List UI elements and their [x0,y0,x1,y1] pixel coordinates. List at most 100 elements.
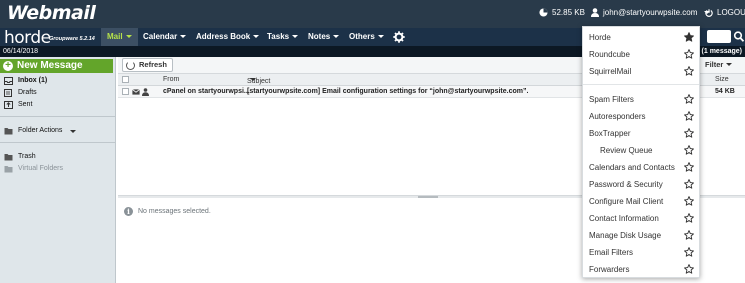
envelope-icon [132,89,140,95]
gear-icon[interactable] [393,31,405,43]
refresh-label: Refresh [139,60,167,69]
info-icon: i [124,207,133,216]
star-outline-icon[interactable] [684,66,694,76]
sidebar-divider [0,116,116,117]
menu-item-configure-mail-client[interactable]: Configure Mail Client [583,193,699,210]
menu-item-label: Autoresponders [589,112,646,121]
menu-item-label: Review Queue [600,146,653,155]
row-checkbox[interactable] [122,88,129,95]
menu-item-boxtrapper[interactable]: BoxTrapper [583,125,699,142]
webmail-apps-menu: Horde Roundcube SquirrelMail Spam Filters Au… [582,26,700,278]
menu-item-spam-filters[interactable]: Spam Filters [583,91,699,108]
menu-item-horde[interactable]: Horde [583,29,699,46]
cpanel-top-bar: Webmail 52.85 KB john@startyourwpsite.co… [0,0,745,28]
folder-drafts-label: Drafts [18,89,37,96]
logout-button[interactable]: LOGOUT [705,8,745,17]
chevron-down-icon [70,129,77,133]
splitter-grip[interactable] [418,196,438,198]
nav-mail[interactable]: Mail [101,28,138,46]
pie-chart-icon [539,8,548,17]
column-size[interactable]: Size [715,76,729,83]
inbox-icon [4,77,13,85]
column-from[interactable]: From [163,76,179,83]
star-outline-icon[interactable] [684,111,694,121]
folder-trash-label: Trash [18,153,36,160]
folder-inbox[interactable]: Inbox (1) [4,75,47,87]
nav-notes[interactable]: Notes [302,28,345,46]
horde-edition: Groupware 5.2.14 [49,36,95,42]
star-outline-icon[interactable] [684,264,694,274]
disk-usage[interactable]: 52.85 KB [539,8,585,17]
menu-item-contact-information[interactable]: Contact Information [583,210,699,227]
menu-item-label: Roundcube [589,50,630,59]
refresh-button[interactable]: Refresh [122,58,173,72]
nav-tasks-label: Tasks [267,32,290,41]
menu-item-calendars-and-contacts[interactable]: Calendars and Contacts [583,159,699,176]
star-filled-icon[interactable] [684,32,694,42]
chevron-down-icon [333,35,340,38]
horde-logo[interactable]: horde [4,28,51,48]
menu-item-squirrelmail[interactable]: SquirrelMail [583,63,699,80]
person-icon [142,88,149,96]
search-input[interactable] [707,30,731,43]
star-outline-icon[interactable] [684,128,694,138]
folder-virtual-folders[interactable]: Virtual Folders [4,163,63,175]
menu-item-label: Horde [589,33,611,42]
disk-usage-value: 52.85 KB [552,8,585,17]
menu-item-autoresponders[interactable]: Autoresponders [583,108,699,125]
menu-item-email-filters[interactable]: Email Filters [583,244,699,261]
star-outline-icon[interactable] [684,179,694,189]
star-outline-icon[interactable] [684,49,694,59]
folder-icon [4,128,13,135]
folder-drafts[interactable]: Drafts [4,87,37,99]
new-message-button[interactable]: + New Message [0,59,113,73]
folder-sent[interactable]: Sent [4,99,32,111]
menu-item-label: Calendars and Contacts [589,163,675,172]
menu-item-forwarders[interactable]: Forwarders [583,261,699,278]
star-outline-icon[interactable] [684,145,694,155]
user-menu[interactable]: john@startyourwpsite.com [591,8,711,17]
folder-actions-menu[interactable]: Folder Actions [4,125,77,137]
star-outline-icon[interactable] [684,213,694,223]
chevron-down-icon [125,35,132,38]
menu-divider [583,84,699,85]
star-outline-icon[interactable] [684,247,694,257]
sent-icon [4,101,13,109]
webmail-logo[interactable]: Webmail [7,2,96,24]
nav-address-book[interactable]: Address Book [190,28,265,46]
menu-item-manage-disk-usage[interactable]: Manage Disk Usage [583,227,699,244]
nav-mail-label: Mail [107,32,123,41]
sidebar-divider [0,142,116,143]
chevron-down-icon [292,35,299,38]
star-outline-icon[interactable] [684,230,694,240]
star-outline-icon[interactable] [684,162,694,172]
chevron-down-icon [726,63,733,66]
nav-calendar[interactable]: Calendar [137,28,192,46]
star-outline-icon[interactable] [684,94,694,104]
nav-tasks[interactable]: Tasks [261,28,304,46]
filter-menu[interactable]: Filter [705,60,733,69]
menu-item-label: Password & Security [589,180,663,189]
menu-item-label: Email Filters [589,248,634,257]
search-icon[interactable] [733,30,745,43]
menu-item-password-and-security[interactable]: Password & Security [583,176,699,193]
chevron-down-icon [377,35,384,38]
folder-sidebar: + New Message Inbox (1) Drafts Sent Fold… [0,57,116,283]
message-count: (1 message) [701,48,742,55]
menu-item-roundcube[interactable]: Roundcube [583,46,699,63]
current-date: 06/14/2018 [3,48,39,55]
nav-calendar-label: Calendar [143,32,178,41]
refresh-icon [126,61,135,70]
new-message-label: New Message [17,60,83,71]
folder-sent-label: Sent [18,101,33,108]
folder-search-icon [4,166,13,173]
select-all-checkbox[interactable] [122,76,129,83]
nav-notes-label: Notes [308,32,331,41]
chevron-down-icon [253,35,260,38]
nav-others[interactable]: Others [343,28,390,46]
menu-item-label: BoxTrapper [589,129,631,138]
folder-trash[interactable]: Trash [4,151,36,163]
menu-item-review-queue[interactable]: Review Queue [583,142,699,159]
star-outline-icon[interactable] [684,196,694,206]
logout-icon [705,8,713,17]
